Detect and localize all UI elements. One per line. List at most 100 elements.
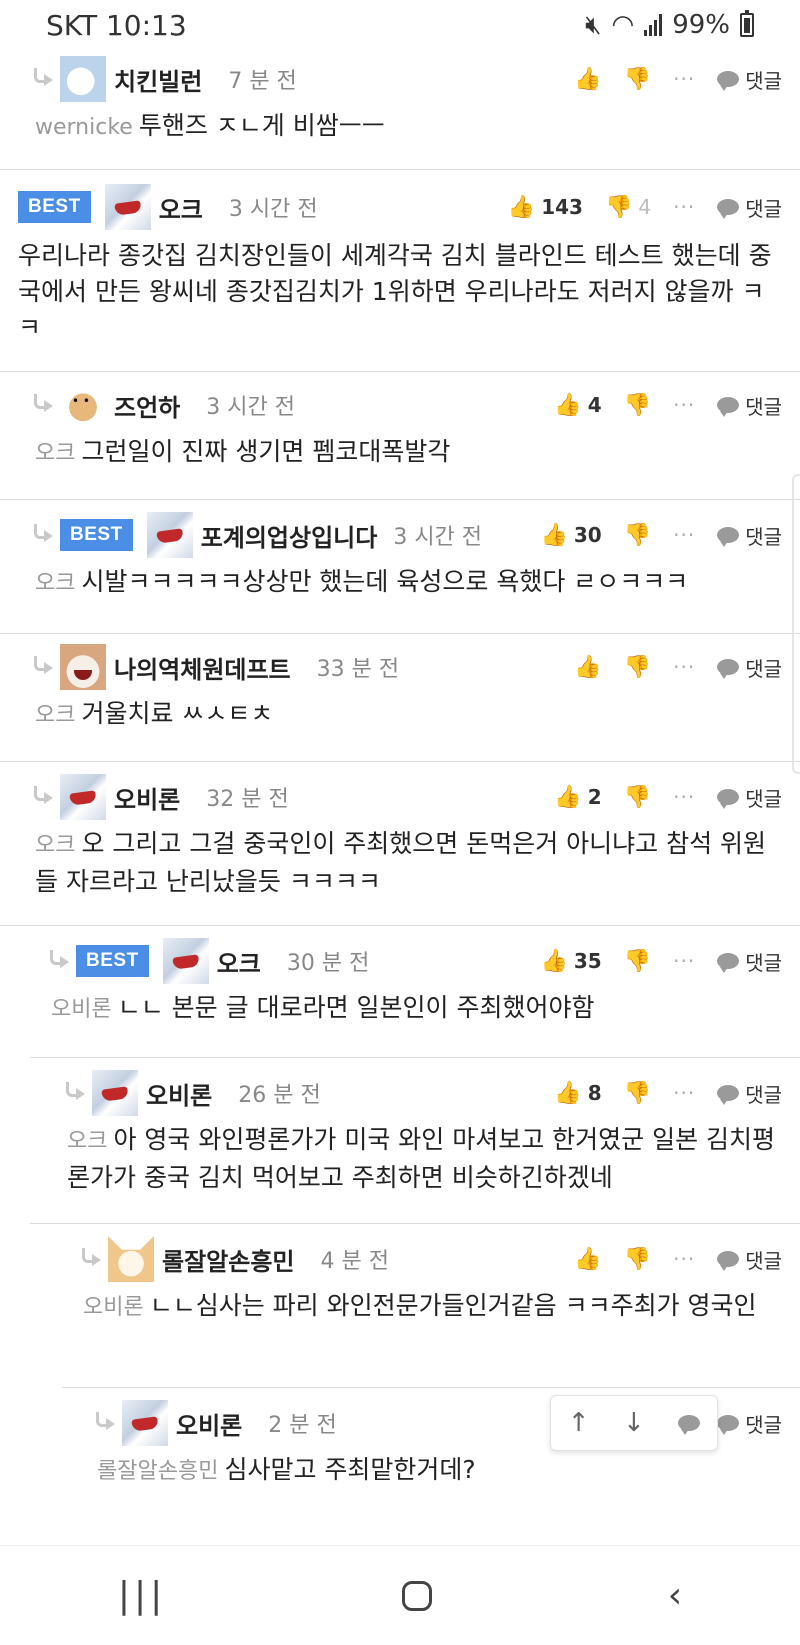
avatar[interactable] [108,1236,154,1282]
downvote-button[interactable]: 👎 [624,523,651,548]
comment-text: ㄴㄴ심사는 파리 와인전문가들인거같음 ㅋㅋ주최가 영국인 [149,1291,757,1320]
nickname[interactable]: 오비론 [176,1406,242,1441]
nickname[interactable]: 나의역체원데프트 [114,650,291,685]
downvote-button[interactable]: 👎 [624,785,651,810]
nickname[interactable]: 오크 [159,190,203,225]
avatar[interactable] [122,1400,168,1446]
more-options-icon[interactable]: ··· [673,393,695,417]
upvote-button[interactable]: 👍 35 [540,949,601,974]
comment-text: ㄴㄴ 본문 글 대로라면 일본인이 주최했어야함 [117,993,595,1022]
mention[interactable]: 오비론 [51,997,112,1022]
avatar[interactable] [104,184,151,230]
downvote-button[interactable]: 👎 [624,67,651,92]
mention[interactable]: 오크 [35,703,75,728]
thumb-up-icon: 👍 [574,66,602,92]
scroll-up-button[interactable]: ↑ [568,1408,590,1438]
more-options-icon[interactable]: ··· [673,523,695,547]
reply-button[interactable]: 댓글 [717,783,782,812]
avatar[interactable] [60,56,106,102]
thumb-down-icon: 👎 [604,194,633,220]
more-options-icon[interactable]: ··· [673,1081,695,1105]
downvote-button[interactable]: 👎 [624,1247,651,1272]
more-options-icon[interactable]: ··· [673,1247,695,1271]
reply-arrow-icon [94,1412,118,1434]
reply-button[interactable]: 댓글 [717,65,782,94]
timestamp: 3 시간 전 [393,525,483,550]
upvote-button[interactable]: 👍 8 [554,1081,601,1106]
mention[interactable]: 오비론 [83,1295,144,1320]
more-options-icon[interactable]: ··· [673,655,695,679]
upvote-button[interactable]: 👍 2 [554,785,601,810]
avatar[interactable] [162,938,209,984]
comment-bubble-icon [717,789,740,809]
thumb-up-icon: 👍 [554,784,582,810]
more-options-icon[interactable]: ··· [673,949,695,973]
comment-body: wernicke 투핸즈 ㅈㄴ게 비쌈ㅡㅡ [32,108,800,166]
comment-bubble-icon [717,659,740,679]
avatar[interactable] [92,1070,138,1116]
comment-text: 거울치료 ㅆㅅㅌㅊ [81,699,274,728]
avatar[interactable] [60,644,106,690]
comment-bubble-icon [717,1085,740,1105]
nickname[interactable]: 롤잘알손흥민 [162,1242,294,1277]
comment-item: BEST 오크 3 시간 전 👍 143 👎 4 ··· 댓글 우리나라 종갓집 김… [0,170,800,372]
scroll-down-button[interactable]: ↓ [623,1408,645,1438]
upvote-button[interactable]: 👍 [574,655,601,680]
reply-label: 댓글 [745,1082,782,1107]
upvote-button[interactable]: 👍 143 [508,195,583,220]
nickname[interactable]: 치킨빌런 [114,62,202,97]
reply-button[interactable]: 댓글 [717,193,782,222]
timestamp: 2 분 전 [268,1413,337,1438]
upvote-button[interactable]: 👍 4 [554,393,601,418]
comment-item: BEST 포계의업상입니다 3 시간 전 👍 30 👎 ··· 댓글 오크 시발ㅋㅋ… [0,500,800,634]
reply-button[interactable]: 댓글 [717,521,782,550]
scroll-indicator[interactable] [792,474,800,774]
timestamp: 33 분 전 [316,657,400,682]
reply-button[interactable]: 댓글 [717,1079,782,1108]
status-icons: 🔇︎ ◠ 99% [585,10,754,41]
downvote-button[interactable]: 👎 [624,655,651,680]
reply-label: 댓글 [745,394,782,419]
comment-bubble-icon[interactable] [678,1415,701,1435]
mention[interactable]: 롤잘알손흥민 [97,1459,218,1484]
thumb-down-icon: 👎 [623,948,652,974]
upvote-button[interactable]: 👍 30 [540,523,601,548]
mention[interactable]: wernicke [35,115,133,140]
upvote-button[interactable]: 👍 [574,67,601,92]
nickname[interactable]: 오크 [217,944,261,979]
avatar[interactable] [60,774,106,820]
mention[interactable]: 오크 [35,833,75,858]
downvote-button[interactable]: 👎 [624,1081,651,1106]
reply-arrow-icon [32,394,56,416]
upvote-count: 2 [587,785,602,809]
downvote-button[interactable]: 👎 [624,393,651,418]
comment-text: 시발ㅋㅋㅋㅋㅋ상상만 했는데 육성으로 욕했다 ㄹㅇㅋㅋㅋ [81,567,689,596]
thumb-up-icon: 👍 [574,654,602,680]
more-options-icon[interactable]: ··· [673,785,695,809]
nickname[interactable]: 오비론 [114,780,180,815]
downvote-button[interactable]: 👎 [624,949,651,974]
reply-button[interactable]: 댓글 [717,391,782,420]
back-button[interactable]: ‹ [668,1575,682,1616]
nickname[interactable]: 즈언하 [114,388,180,423]
best-badge: BEST [76,945,149,977]
nickname[interactable]: 오비론 [146,1076,212,1111]
more-options-icon[interactable]: ··· [673,195,695,219]
thumb-up-icon: 👍 [574,1246,602,1272]
reply-button[interactable]: 댓글 [717,1245,782,1274]
reply-button[interactable]: 댓글 [717,947,782,976]
mention[interactable]: 오크 [67,1129,107,1154]
upvote-button[interactable]: 👍 [574,1247,601,1272]
mention[interactable]: 오크 [35,571,75,596]
comment-bubble-icon [717,953,740,973]
downvote-button[interactable]: 👎 4 [605,195,651,220]
recent-apps-button[interactable]: ||| [118,1575,166,1616]
nickname[interactable]: 포계의업상입니다 [201,518,378,553]
avatar[interactable] [146,512,193,558]
more-options-icon[interactable]: ··· [673,67,695,91]
home-button[interactable] [401,1580,432,1611]
reply-button[interactable]: 댓글 [717,653,782,682]
avatar[interactable] [60,382,106,428]
reply-button[interactable]: 댓글 [717,1409,782,1438]
mention[interactable]: 오크 [35,441,75,466]
